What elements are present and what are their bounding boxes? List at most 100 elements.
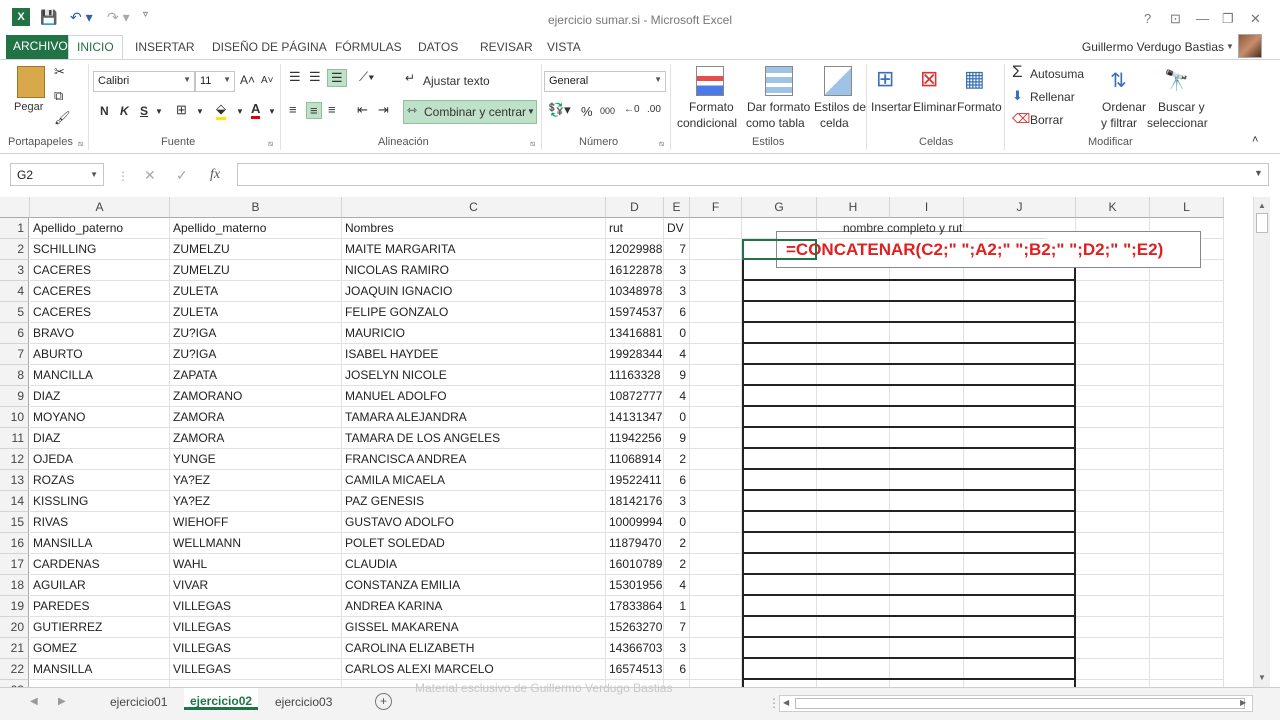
cell-c12[interactable]: FRANCISCA ANDREA: [342, 449, 606, 470]
font-color-dropdown-icon[interactable]: ▼: [268, 107, 276, 116]
format-as-table-icon[interactable]: [765, 66, 793, 96]
minimize-button[interactable]: —: [1196, 11, 1209, 26]
conditional-format-icon[interactable]: [696, 66, 724, 96]
cell-a11[interactable]: DIAZ: [30, 428, 170, 449]
cell-e15[interactable]: 0: [664, 512, 690, 533]
row-header[interactable]: 17: [0, 554, 29, 575]
output-cell-merged[interactable]: [742, 680, 1076, 687]
cell-a3[interactable]: CACERES: [30, 260, 170, 281]
find-select-label-1[interactable]: Buscar y: [1158, 100, 1205, 115]
cell-c2[interactable]: MAITE MARGARITA: [342, 239, 606, 260]
cell-styles-icon[interactable]: [824, 66, 852, 96]
cell-d16[interactable]: 11879470: [606, 533, 664, 554]
insert-cells-icon[interactable]: ⊞: [876, 66, 894, 92]
cell-d4[interactable]: 10348978: [606, 281, 664, 302]
cell-d7[interactable]: 19928344: [606, 344, 664, 365]
find-select-label-2[interactable]: seleccionar: [1147, 116, 1208, 131]
cell-f14[interactable]: [690, 491, 742, 512]
conditional-format-label-1[interactable]: Formato: [689, 100, 734, 115]
align-right-icon[interactable]: ≡: [328, 102, 336, 117]
cell-d5[interactable]: 15974537: [606, 302, 664, 323]
cell-c20[interactable]: GISSEL MAKARENA: [342, 617, 606, 638]
cell-c6[interactable]: MAURICIO: [342, 323, 606, 344]
close-button[interactable]: ✕: [1250, 11, 1261, 27]
ribbon-options-icon[interactable]: ⊡: [1170, 11, 1181, 27]
cell-k5[interactable]: [1076, 302, 1150, 323]
cell-b21[interactable]: VILLEGAS: [170, 638, 342, 659]
delete-cells-icon[interactable]: ⊠: [920, 66, 938, 92]
borders-icon[interactable]: ⊞: [176, 102, 187, 118]
cell-f17[interactable]: [690, 554, 742, 575]
cell-f8[interactable]: [690, 365, 742, 386]
clear-icon[interactable]: ⌫: [1012, 111, 1030, 127]
tab-revisar[interactable]: REVISAR: [473, 38, 540, 60]
output-cell-merged[interactable]: [742, 617, 1076, 638]
cell-a19[interactable]: PAREDES: [30, 596, 170, 617]
spreadsheet-grid[interactable]: A B C D E F G H I J K L 1 Apellido_paterno Apellido_ma…: [0, 197, 1253, 687]
column-header-i[interactable]: I: [890, 197, 964, 218]
cell-e16[interactable]: 2: [664, 533, 690, 554]
cell-k21[interactable]: [1076, 638, 1150, 659]
output-cell-merged[interactable]: [742, 365, 1076, 386]
cell-k20[interactable]: [1076, 617, 1150, 638]
delete-cells-label[interactable]: Eliminar: [913, 100, 956, 115]
row-header[interactable]: 21: [0, 638, 29, 659]
cell-k6[interactable]: [1076, 323, 1150, 344]
column-header-g[interactable]: G: [742, 197, 817, 218]
cell-k10[interactable]: [1076, 407, 1150, 428]
row-header[interactable]: 13: [0, 470, 29, 491]
cell-a5[interactable]: CACERES: [30, 302, 170, 323]
cell-b1[interactable]: Apellido_materno: [170, 218, 342, 239]
column-header-j[interactable]: J: [964, 197, 1076, 218]
row-header[interactable]: 1: [0, 218, 29, 239]
cell-b18[interactable]: VIVAR: [170, 575, 342, 596]
decrease-decimal-icon[interactable]: .00: [647, 104, 661, 115]
column-header-l[interactable]: L: [1150, 197, 1224, 218]
cell-c9[interactable]: MANUEL ADOLFO: [342, 386, 606, 407]
horizontal-scrollbar[interactable]: ◀ ▶: [779, 695, 1253, 712]
clipboard-launcher-icon[interactable]: ⧅: [78, 139, 83, 149]
cancel-entry-icon[interactable]: ✕: [144, 167, 156, 184]
font-color-icon[interactable]: A: [251, 101, 261, 119]
cell-d13[interactable]: 19522411: [606, 470, 664, 491]
scroll-thumb[interactable]: [1256, 213, 1268, 233]
output-cell-merged[interactable]: [742, 344, 1076, 365]
decrease-indent-icon[interactable]: ⇤: [357, 102, 368, 118]
output-cell-merged[interactable]: [742, 449, 1076, 470]
decrease-font-icon[interactable]: A˅: [261, 75, 274, 86]
cell-k14[interactable]: [1076, 491, 1150, 512]
cell-l23[interactable]: [1150, 680, 1224, 687]
cell-d15[interactable]: 10009994: [606, 512, 664, 533]
cell-k7[interactable]: [1076, 344, 1150, 365]
cell-e7[interactable]: 4: [664, 344, 690, 365]
cut-icon[interactable]: ✂: [54, 64, 65, 80]
cell-b16[interactable]: WELLMANN: [170, 533, 342, 554]
cell-a9[interactable]: DIAZ: [30, 386, 170, 407]
cell-e19[interactable]: 1: [664, 596, 690, 617]
scroll-left-icon[interactable]: ◀: [783, 698, 789, 707]
cell-l10[interactable]: [1150, 407, 1224, 428]
cell-c4[interactable]: JOAQUIN IGNACIO: [342, 281, 606, 302]
cell-c13[interactable]: CAMILA MICAELA: [342, 470, 606, 491]
format-cells-label[interactable]: Formato: [957, 100, 1002, 115]
cell-c22[interactable]: CARLOS ALEXI MARCELO: [342, 659, 606, 680]
cell-c3[interactable]: NICOLAS RAMIRO: [342, 260, 606, 281]
cell-l17[interactable]: [1150, 554, 1224, 575]
cell-e11[interactable]: 9: [664, 428, 690, 449]
sort-filter-label-2[interactable]: y filtrar: [1101, 116, 1137, 131]
cell-k9[interactable]: [1076, 386, 1150, 407]
cell-a12[interactable]: OJEDA: [30, 449, 170, 470]
cell-a22[interactable]: MANSILLA: [30, 659, 170, 680]
increase-indent-icon[interactable]: ⇥: [378, 102, 389, 118]
cell-b12[interactable]: YUNGE: [170, 449, 342, 470]
hscroll-thumb[interactable]: [795, 698, 1245, 709]
cell-l16[interactable]: [1150, 533, 1224, 554]
cell-l18[interactable]: [1150, 575, 1224, 596]
cell-c5[interactable]: FELIPE GONZALO: [342, 302, 606, 323]
output-cell-merged[interactable]: [742, 659, 1076, 680]
column-header-h[interactable]: H: [817, 197, 890, 218]
sort-filter-icon[interactable]: ⇅: [1110, 68, 1127, 93]
format-as-table-label-2[interactable]: como tabla: [746, 116, 805, 131]
row-header[interactable]: 15: [0, 512, 29, 533]
cell-b2[interactable]: ZUMELZU: [170, 239, 342, 260]
